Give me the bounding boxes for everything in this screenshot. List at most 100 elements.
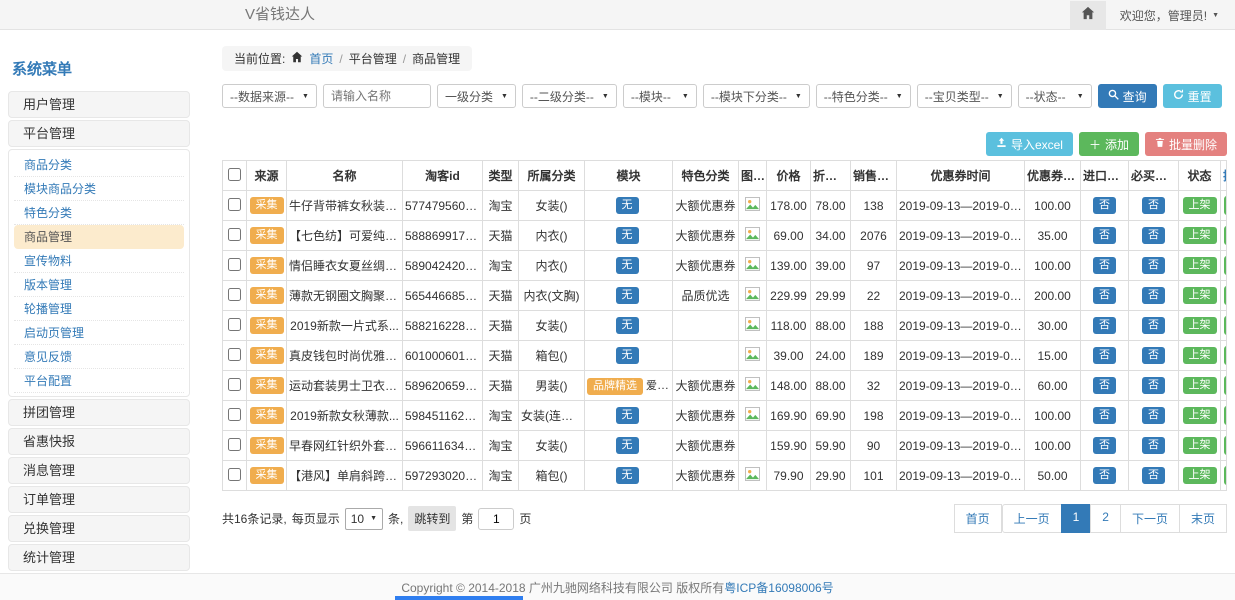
row-checkbox[interactable]: [228, 438, 241, 451]
sidebar-sub-item[interactable]: 平台配置: [14, 369, 184, 393]
sidebar-sub-item[interactable]: 宣传物料: [14, 249, 184, 273]
imported-toggle[interactable]: 否: [1093, 287, 1116, 304]
status-badge[interactable]: 上架: [1183, 317, 1217, 334]
page-button[interactable]: 首页: [954, 504, 1002, 533]
search-button[interactable]: 查询: [1098, 84, 1157, 108]
name-search-input[interactable]: [323, 84, 431, 108]
sidebar-group-item[interactable]: 统计管理: [8, 544, 190, 571]
filter-select[interactable]: --模块下分类-- ▼: [703, 84, 810, 108]
must-buy-toggle[interactable]: 否: [1142, 317, 1165, 334]
status-badge[interactable]: 上架: [1183, 407, 1217, 424]
edit-button[interactable]: [1224, 256, 1227, 275]
coupon-amount: 30.00: [1025, 311, 1081, 341]
imported-toggle[interactable]: 否: [1093, 257, 1116, 274]
page-button[interactable]: 末页: [1179, 504, 1227, 533]
filter-select[interactable]: 一级分类 ▼: [437, 84, 516, 108]
imported-toggle[interactable]: 否: [1093, 197, 1116, 214]
sidebar-group-item[interactable]: 拼团管理: [8, 399, 190, 426]
status-badge[interactable]: 上架: [1183, 467, 1217, 484]
product-image-icon: [745, 287, 760, 301]
per-page-select[interactable]: 10 ▼: [345, 508, 383, 530]
sidebar-group-item[interactable]: 用户管理: [8, 91, 190, 118]
scrollbar-thumb[interactable]: [395, 596, 523, 600]
edit-button[interactable]: [1224, 286, 1227, 305]
must-buy-toggle[interactable]: 否: [1142, 287, 1165, 304]
page-number-input[interactable]: [478, 508, 514, 530]
add-button[interactable]: ＋ 添加: [1079, 132, 1139, 156]
must-buy-toggle[interactable]: 否: [1142, 197, 1165, 214]
jump-button[interactable]: 跳转到: [408, 506, 456, 531]
edit-button[interactable]: [1224, 226, 1227, 245]
page-button[interactable]: 上一页: [1002, 504, 1062, 533]
filter-select[interactable]: --特色分类-- ▼: [816, 84, 911, 108]
sidebar-sub-item[interactable]: 商品分类: [14, 153, 184, 177]
import-excel-button[interactable]: 导入excel: [986, 132, 1073, 156]
row-checkbox[interactable]: [228, 348, 241, 361]
edit-button[interactable]: [1224, 406, 1227, 425]
breadcrumb-home-link[interactable]: 首页: [309, 50, 333, 67]
icp-link[interactable]: 粤ICP备16098006号: [724, 579, 833, 596]
page-button[interactable]: 下一页: [1120, 504, 1180, 533]
row-checkbox[interactable]: [228, 468, 241, 481]
imported-toggle[interactable]: 否: [1093, 227, 1116, 244]
must-buy-toggle[interactable]: 否: [1142, 467, 1165, 484]
edit-button[interactable]: [1224, 316, 1227, 335]
edit-button[interactable]: [1224, 436, 1227, 455]
edit-button[interactable]: [1224, 376, 1227, 395]
sidebar-group-item[interactable]: 平台管理: [8, 120, 190, 147]
row-checkbox[interactable]: [228, 198, 241, 211]
sidebar-sub-item[interactable]: 商品管理: [14, 225, 184, 249]
sidebar-group-item[interactable]: 消息管理: [8, 457, 190, 484]
sidebar-sub-item[interactable]: 轮播管理: [14, 297, 184, 321]
status-badge[interactable]: 上架: [1183, 437, 1217, 454]
imported-toggle[interactable]: 否: [1093, 467, 1116, 484]
sidebar-sub-item[interactable]: 模块商品分类: [14, 177, 184, 201]
row-checkbox[interactable]: [228, 378, 241, 391]
must-buy-toggle[interactable]: 否: [1142, 377, 1165, 394]
status-badge[interactable]: 上架: [1183, 377, 1217, 394]
imported-toggle[interactable]: 否: [1093, 347, 1116, 364]
must-buy-toggle[interactable]: 否: [1142, 437, 1165, 454]
page-button[interactable]: 2: [1090, 504, 1121, 533]
row-checkbox[interactable]: [228, 258, 241, 271]
row-checkbox[interactable]: [228, 318, 241, 331]
must-buy-toggle[interactable]: 否: [1142, 347, 1165, 364]
user-dropdown[interactable]: 欢迎您，管理员! ▼: [1120, 7, 1219, 24]
imported-toggle[interactable]: 否: [1093, 407, 1116, 424]
status-badge[interactable]: 上架: [1183, 257, 1217, 274]
edit-button[interactable]: [1224, 196, 1227, 215]
status-badge[interactable]: 上架: [1183, 197, 1217, 214]
bulk-delete-button[interactable]: 批量删除: [1145, 132, 1227, 156]
row-checkbox[interactable]: [228, 228, 241, 241]
sidebar-group-item[interactable]: 兑换管理: [8, 515, 190, 542]
must-buy-toggle[interactable]: 否: [1142, 407, 1165, 424]
sidebar-sub-item[interactable]: 意见反馈: [14, 345, 184, 369]
must-buy-toggle[interactable]: 否: [1142, 257, 1165, 274]
filter-select[interactable]: --状态-- ▼: [1018, 84, 1092, 108]
sidebar-sub-item[interactable]: 启动页管理: [14, 321, 184, 345]
imported-toggle[interactable]: 否: [1093, 377, 1116, 394]
sidebar-sub-item[interactable]: 特色分类: [14, 201, 184, 225]
row-checkbox[interactable]: [228, 288, 241, 301]
sidebar-group-item[interactable]: 省惠快报: [8, 428, 190, 455]
edit-button[interactable]: [1224, 346, 1227, 365]
filter-select[interactable]: --模块-- ▼: [623, 84, 697, 108]
edit-button[interactable]: [1224, 466, 1227, 485]
page-button[interactable]: 1: [1061, 504, 1092, 533]
imported-toggle[interactable]: 否: [1093, 317, 1116, 334]
must-buy-toggle[interactable]: 否: [1142, 227, 1165, 244]
breadcrumb-item-platform[interactable]: 平台管理: [349, 50, 397, 67]
row-checkbox[interactable]: [228, 408, 241, 421]
filter-select[interactable]: --二级分类-- ▼: [522, 84, 617, 108]
sidebar-sub-item[interactable]: 版本管理: [14, 273, 184, 297]
status-badge[interactable]: 上架: [1183, 287, 1217, 304]
imported-toggle[interactable]: 否: [1093, 437, 1116, 454]
status-badge[interactable]: 上架: [1183, 227, 1217, 244]
reset-button[interactable]: 重置: [1163, 84, 1222, 108]
data-source-select[interactable]: --数据来源-- ▼: [222, 84, 317, 108]
sidebar-group-item[interactable]: 订单管理: [8, 486, 190, 513]
filter-select[interactable]: --宝贝类型-- ▼: [917, 84, 1012, 108]
home-button[interactable]: [1070, 1, 1106, 30]
select-all-checkbox[interactable]: [228, 168, 241, 181]
status-badge[interactable]: 上架: [1183, 347, 1217, 364]
